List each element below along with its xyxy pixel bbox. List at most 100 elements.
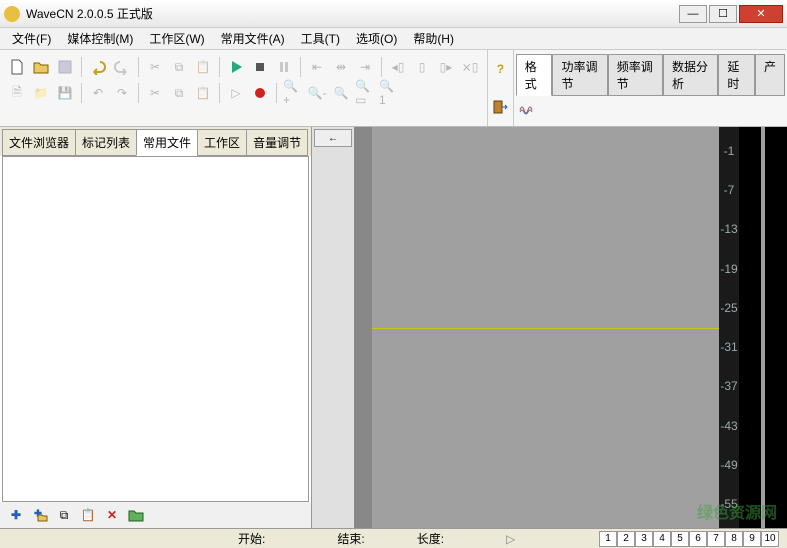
record-icon[interactable] <box>249 82 271 104</box>
copy-icon[interactable]: ⧉ <box>168 56 190 78</box>
add-folder-icon[interactable] <box>30 505 50 525</box>
status-start-label: 开始: <box>238 530 265 547</box>
level-meter-2 <box>765 127 787 528</box>
redo2-icon[interactable]: ↷ <box>111 82 133 104</box>
tab-format[interactable]: 格式 <box>516 54 553 96</box>
select-end-icon[interactable]: ⇥ <box>354 56 376 78</box>
tab-power[interactable]: 功率调节 <box>552 54 607 96</box>
menu-media[interactable]: 媒体控制(M) <box>59 28 141 49</box>
tab-delay[interactable]: 延时 <box>718 54 755 96</box>
nav-back-button[interactable]: ← <box>314 129 352 147</box>
page-4[interactable]: 4 <box>653 531 671 547</box>
marker-next-icon[interactable]: ▯▸ <box>435 56 457 78</box>
tab-more[interactable]: 产 <box>755 54 785 96</box>
maximize-button[interactable]: ☐ <box>709 5 737 23</box>
status-length-label: 长度: <box>417 530 444 547</box>
add-item-icon[interactable]: ✚ <box>6 505 26 525</box>
folder2-icon[interactable]: 📁 <box>30 82 52 104</box>
minimize-button[interactable]: — <box>679 5 707 23</box>
menu-help[interactable]: 帮助(H) <box>405 28 462 49</box>
menu-file[interactable]: 文件(F) <box>4 28 59 49</box>
menu-common-files[interactable]: 常用文件(A) <box>213 28 293 49</box>
tab-mark-list[interactable]: 标记列表 <box>75 129 137 156</box>
tab-data[interactable]: 数据分析 <box>663 54 718 96</box>
save-icon[interactable] <box>54 56 76 78</box>
ruler-tick: -25 <box>720 301 737 315</box>
delete-item-icon[interactable]: ✕ <box>102 505 122 525</box>
disk-icon[interactable]: 💾 <box>54 82 76 104</box>
page-8[interactable]: 8 <box>725 531 743 547</box>
marker-clear-icon[interactable]: ⨯▯ <box>459 56 481 78</box>
tab-volume[interactable]: 音量调节 <box>246 129 308 156</box>
page-3[interactable]: 3 <box>635 531 653 547</box>
ruler-tick: -31 <box>720 340 737 354</box>
undo-icon[interactable] <box>87 56 109 78</box>
help-icon[interactable]: ? <box>489 58 511 80</box>
ruler-tick: -43 <box>720 419 737 433</box>
page-6[interactable]: 6 <box>689 531 707 547</box>
open-folder-icon[interactable] <box>126 505 146 525</box>
marker-prev-icon[interactable]: ◂▯ <box>387 56 409 78</box>
left-panel: 文件浏览器 标记列表 常用文件 工作区 音量调节 ✚ ⧉ 📋 ✕ <box>0 127 312 528</box>
ruler-tick: -7 <box>724 183 735 197</box>
statusbar: 开始: 结束: 长度: ▷ 1 2 3 4 5 6 7 8 9 10 <box>0 528 787 548</box>
marker-add-icon[interactable]: ▯ <box>411 56 433 78</box>
wave-canvas[interactable] <box>372 127 719 528</box>
menu-tools[interactable]: 工具(T) <box>293 28 348 49</box>
toolbar-row-2: 🗎 📁 💾 ↶ ↷ ✂ ⧉ 📋 ▷ 🔍+ 🔍- 🔍 🔍▭ 🔍1 <box>6 80 481 106</box>
copy2-icon[interactable]: ⧉ <box>168 82 190 104</box>
ruler-tick: -1 <box>724 144 735 158</box>
wave-ruler-right: -1 -7 -13 -19 -25 -31 -37 -43 -49 -55 <box>719 127 739 528</box>
cut-icon[interactable]: ✂ <box>144 56 166 78</box>
select-start-icon[interactable]: ⇤ <box>306 56 328 78</box>
toolbar-area: ✂ ⧉ 📋 ⇤ ⇹ ⇥ ◂▯ ▯ ▯▸ ⨯▯ 🗎 📁 💾 ↶ ↷ ✂ <box>0 50 787 127</box>
page-1[interactable]: 1 <box>599 531 617 547</box>
tab-workspace[interactable]: 工作区 <box>197 129 247 156</box>
zoom-reset-icon[interactable]: 🔍1 <box>378 82 400 104</box>
cut2-icon[interactable]: ✂ <box>144 82 166 104</box>
level-meter-1 <box>739 127 761 528</box>
tab-common-files[interactable]: 常用文件 <box>136 129 198 156</box>
doc-icon[interactable]: 🗎 <box>6 82 28 104</box>
play2-icon[interactable]: ▷ <box>225 82 247 104</box>
stop-icon[interactable] <box>249 56 271 78</box>
main-area: 文件浏览器 标记列表 常用文件 工作区 音量调节 ✚ ⧉ 📋 ✕ ← -1 -7… <box>0 127 787 528</box>
wave-icon[interactable] <box>516 99 538 121</box>
waveform-area: ← -1 -7 -13 -19 -25 -31 -37 -43 -49 -55 <box>312 127 787 528</box>
paste-item-icon[interactable]: 📋 <box>78 505 98 525</box>
close-button[interactable]: ✕ <box>739 5 783 23</box>
redo-icon[interactable] <box>111 56 133 78</box>
exit-icon[interactable] <box>489 96 511 118</box>
menubar: 文件(F) 媒体控制(M) 工作区(W) 常用文件(A) 工具(T) 选项(O)… <box>0 28 787 50</box>
tab-freq[interactable]: 频率调节 <box>608 54 663 96</box>
left-tabs: 文件浏览器 标记列表 常用文件 工作区 音量调节 <box>0 127 311 156</box>
ruler-tick: -13 <box>720 222 737 236</box>
open-file-icon[interactable] <box>30 56 52 78</box>
zoom-in-icon[interactable]: 🔍+ <box>282 82 304 104</box>
common-files-list[interactable] <box>2 156 309 502</box>
zoom-out-icon[interactable]: 🔍- <box>306 82 328 104</box>
page-5[interactable]: 5 <box>671 531 689 547</box>
menu-workspace[interactable]: 工作区(W) <box>141 28 212 49</box>
tab-file-browser[interactable]: 文件浏览器 <box>2 129 76 156</box>
paste-icon[interactable]: 📋 <box>192 56 214 78</box>
page-2[interactable]: 2 <box>617 531 635 547</box>
pause-icon[interactable] <box>273 56 295 78</box>
new-file-icon[interactable] <box>6 56 28 78</box>
menu-options[interactable]: 选项(O) <box>348 28 405 49</box>
page-10[interactable]: 10 <box>761 531 779 547</box>
titlebar: WaveCN 2.0.0.5 正式版 — ☐ ✕ <box>0 0 787 28</box>
page-7[interactable]: 7 <box>707 531 725 547</box>
zoom-fit-icon[interactable]: 🔍 <box>330 82 352 104</box>
page-numbers: 1 2 3 4 5 6 7 8 9 10 <box>599 531 779 547</box>
zoom-sel-icon[interactable]: 🔍▭ <box>354 82 376 104</box>
page-9[interactable]: 9 <box>743 531 761 547</box>
app-icon <box>4 6 20 22</box>
undo2-icon[interactable]: ↶ <box>87 82 109 104</box>
select-all-icon[interactable]: ⇹ <box>330 56 352 78</box>
ruler-tick: -37 <box>720 379 737 393</box>
play-icon[interactable] <box>225 56 247 78</box>
copy-item-icon[interactable]: ⧉ <box>54 505 74 525</box>
toolbar-row-1: ✂ ⧉ 📋 ⇤ ⇹ ⇥ ◂▯ ▯ ▯▸ ⨯▯ <box>6 54 481 80</box>
paste2-icon[interactable]: 📋 <box>192 82 214 104</box>
